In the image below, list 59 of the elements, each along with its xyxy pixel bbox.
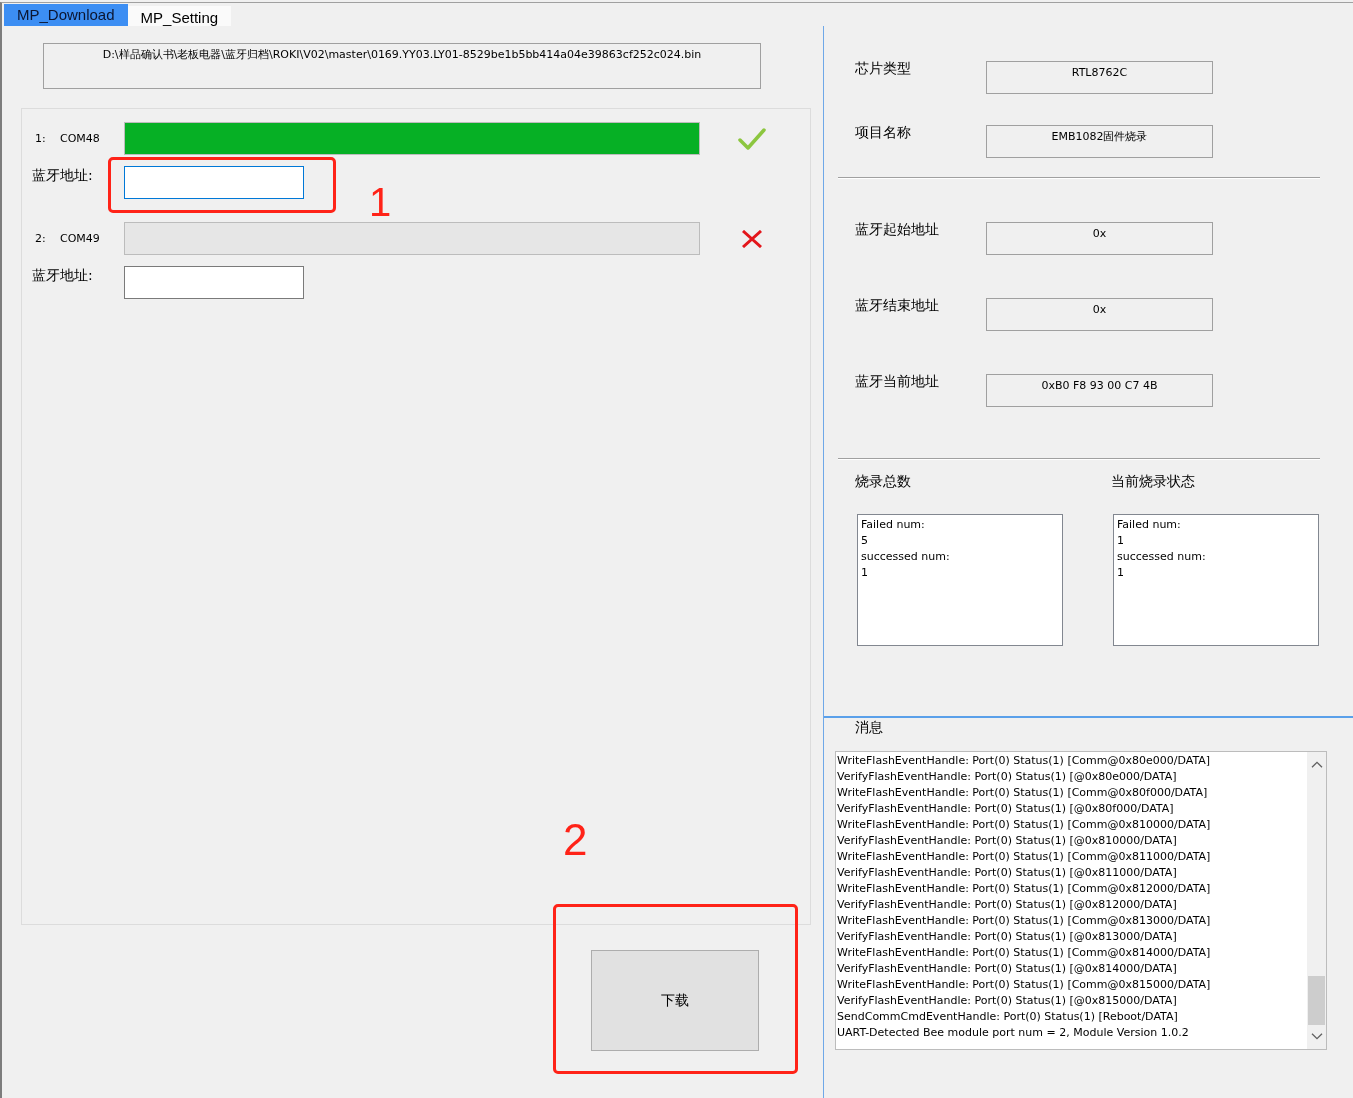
log-line: WriteFlashEventHandle: Port(0) Status(1) [Comm@0x812000/DATA] <box>837 881 1212 897</box>
messages-title: 消息 <box>855 719 884 735</box>
scrollbar-thumb[interactable] <box>1308 976 1325 1025</box>
log-line: VerifyFlashEventHandle: Port(0) Status(1) [@0x810000/DATA] <box>837 833 1178 849</box>
annotation-number: 1 <box>369 182 392 222</box>
counter-textbox[interactable]: Failed num: 1 successed num: 1 <box>1113 514 1319 646</box>
chevron-up-icon[interactable] <box>1310 761 1323 768</box>
log-line: WriteFlashEventHandle: Port(0) Status(1) [Comm@0x813000/DATA] <box>837 913 1212 929</box>
counter-text: successed num: <box>1117 549 1207 565</box>
log-line: VerifyFlashEventHandle: Port(0) Status(1) [@0x813000/DATA] <box>837 929 1178 945</box>
log-line: WriteFlashEventHandle: Port(0) Status(1) [Comm@0x815000/DATA] <box>837 977 1212 993</box>
log-line: VerifyFlashEventHandle: Port(0) Status(1) [@0x80e000/DATA] <box>837 769 1178 785</box>
annotation-number: 2 <box>563 818 588 862</box>
port-name: COM49 <box>60 232 100 245</box>
counter-text: Failed num: <box>1117 517 1182 533</box>
address-label: 蓝牙地址: <box>31 167 94 183</box>
counter-text: 1 <box>1117 533 1125 549</box>
tab[interactable]: MP_Download <box>4 4 128 26</box>
address-input[interactable] <box>124 166 304 199</box>
value-field: RTL8762C <box>986 61 1213 94</box>
port-number: 2: <box>35 232 47 245</box>
log-line: UART-Detected Bee module port num = 2, Module Version 1.0.2 <box>837 1025 1190 1041</box>
log-line: WriteFlashEventHandle: Port(0) Status(1) [Comm@0x814000/DATA] <box>837 945 1212 961</box>
chevron-down-icon[interactable] <box>1310 1033 1323 1040</box>
value-field: 0xB0 F8 93 00 C7 4B <box>986 374 1213 407</box>
counter-text: 5 <box>861 533 869 549</box>
value-field: EMB1082固件烧录 <box>986 125 1213 158</box>
scrollbar[interactable] <box>1307 752 1326 1049</box>
field-label: 项目名称 <box>855 124 912 140</box>
value-field: 0x <box>986 222 1213 255</box>
counter-text: 1 <box>861 565 869 581</box>
port-name: COM48 <box>60 132 100 145</box>
log-line: SendCommCmdEventHandle: Port(0) Status(1) [Reboot/DATA] <box>837 1009 1179 1025</box>
log-line: WriteFlashEventHandle: Port(0) Status(1) [Comm@0x811000/DATA] <box>837 849 1212 865</box>
file-path-display: D:\样品确认书\老板电器\蓝牙归档\ROKI\V02\master\0169.YY03.LY01-8529be1b5bb414a04e39863cf252c024.bin <box>43 43 761 89</box>
log-line: WriteFlashEventHandle: Port(0) Status(1) [Comm@0x80e000/DATA] <box>837 753 1212 769</box>
field-label: 蓝牙起始地址 <box>855 221 940 237</box>
counter-title: 当前烧录状态 <box>1111 473 1196 489</box>
log-line: WriteFlashEventHandle: Port(0) Status(1) [Comm@0x80f000/DATA] <box>837 785 1209 801</box>
counter-textbox[interactable]: Failed num: 5 successed num: 1 <box>857 514 1063 646</box>
counter-text: Failed num: <box>861 517 926 533</box>
counter-text: 1 <box>1117 565 1125 581</box>
download-button[interactable]: 下载 <box>591 950 759 1051</box>
field-label: 蓝牙结束地址 <box>855 297 940 313</box>
port-number: 1: <box>35 132 47 145</box>
value-field: 0x <box>986 298 1213 331</box>
counter-text: successed num: <box>861 549 951 565</box>
log-line: VerifyFlashEventHandle: Port(0) Status(1) [@0x815000/DATA] <box>837 993 1178 1009</box>
log-line: WriteFlashEventHandle: Port(0) Status(1) [Comm@0x810000/DATA] <box>837 817 1212 833</box>
tab[interactable]: MP_Setting <box>127 6 232 26</box>
address-label: 蓝牙地址: <box>31 267 94 283</box>
counter-title: 烧录总数 <box>855 473 912 489</box>
log-line: VerifyFlashEventHandle: Port(0) Status(1) [@0x812000/DATA] <box>837 897 1178 913</box>
log-line: VerifyFlashEventHandle: Port(0) Status(1) [@0x80f000/DATA] <box>837 801 1175 817</box>
field-label: 蓝牙当前地址 <box>855 373 940 389</box>
field-label: 芯片类型 <box>855 60 912 76</box>
address-input[interactable] <box>124 266 304 299</box>
log-line: VerifyFlashEventHandle: Port(0) Status(1) [@0x811000/DATA] <box>837 865 1178 881</box>
log-line: VerifyFlashEventHandle: Port(0) Status(1) [@0x814000/DATA] <box>837 961 1178 977</box>
